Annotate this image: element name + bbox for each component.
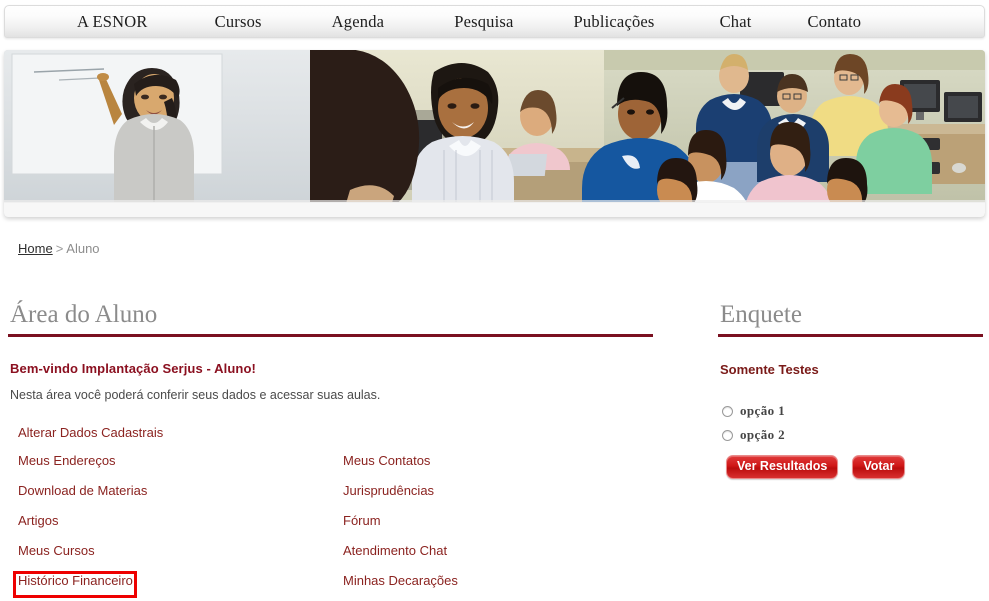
breadcrumb-home[interactable]: Home (18, 241, 53, 256)
nav-item-agenda[interactable]: Agenda (332, 6, 385, 37)
intro-text: Nesta área você poderá conferir seus dad… (10, 388, 381, 402)
student-area-section: Área do Aluno Bem-vindo Implantação Serj… (8, 300, 653, 598)
link-download-de-materias[interactable]: Download de Materias (18, 476, 338, 506)
nav-item-publicacoes[interactable]: Publicações (574, 6, 655, 37)
link-atendimento-chat[interactable]: Atendimento Chat (343, 536, 663, 566)
radio-icon-option-2[interactable] (722, 429, 733, 441)
link-meus-cursos[interactable]: Meus Cursos (18, 536, 338, 566)
poll-actions: Ver Resultados Votar (726, 455, 983, 479)
link-meus-enderecos[interactable]: Meus Endereços (18, 446, 338, 476)
poll-options-list: opção 1 opção 2 (722, 399, 983, 447)
welcome-message: Bem-vindo Implantação Serjus - Aluno! (10, 361, 256, 376)
link-historico-financeiro[interactable]: Histórico Financeiro (18, 566, 338, 596)
link-meus-contatos[interactable]: Meus Contatos (343, 446, 663, 476)
link-artigos[interactable]: Artigos (18, 506, 338, 536)
vote-button[interactable]: Votar (852, 455, 906, 479)
link-forum[interactable]: Fórum (343, 506, 663, 536)
poll-question: Somente Testes (720, 362, 819, 377)
poll-title: Enquete (720, 301, 802, 328)
banner-image (4, 50, 985, 217)
nav-item-cursos[interactable]: Cursos (215, 6, 262, 37)
student-links-column-left: Alterar Dados Cadastrais Meus Endereços … (18, 420, 338, 596)
breadcrumb-current: Aluno (66, 241, 100, 256)
poll-title-rule (718, 334, 983, 337)
nav-item-pesquisa[interactable]: Pesquisa (454, 6, 513, 37)
nav-item-contato[interactable]: Contato (808, 6, 862, 37)
nav-item-chat[interactable]: Chat (720, 6, 752, 37)
poll-sidebar: Enquete Somente Testes opção 1 opção 2 V… (718, 300, 983, 479)
poll-option-1[interactable]: opção 1 (722, 399, 983, 423)
link-jurisprudencias[interactable]: Jurisprudências (343, 476, 663, 506)
link-alterar-dados-cadastrais[interactable]: Alterar Dados Cadastrais (18, 420, 338, 446)
nav-item-a-esnor[interactable]: A ESNOR (77, 6, 148, 37)
student-links-column-right: Meus Contatos Jurisprudências Fórum Aten… (343, 420, 663, 596)
link-minhas-decaracoes[interactable]: Minhas Decarações (343, 566, 663, 596)
page-root: A ESNOR Cursos Agenda Pesquisa Publicaçõ… (0, 0, 989, 601)
view-results-button[interactable]: Ver Resultados (726, 455, 839, 479)
student-links-grid: Alterar Dados Cadastrais Meus Endereços … (10, 420, 653, 598)
poll-option-2[interactable]: opção 2 (722, 423, 983, 447)
poll-option-1-label: opção 1 (740, 403, 786, 418)
radio-icon-option-1[interactable] (722, 405, 733, 417)
main-navigation: A ESNOR Cursos Agenda Pesquisa Publicaçõ… (4, 5, 985, 38)
breadcrumb: Home > Aluno (18, 241, 100, 256)
banner-illustration (4, 50, 985, 217)
poll-option-2-label: opção 2 (740, 427, 786, 442)
page-title: Área do Aluno (10, 301, 158, 328)
breadcrumb-separator: > (55, 241, 64, 256)
page-title-rule (8, 334, 653, 337)
